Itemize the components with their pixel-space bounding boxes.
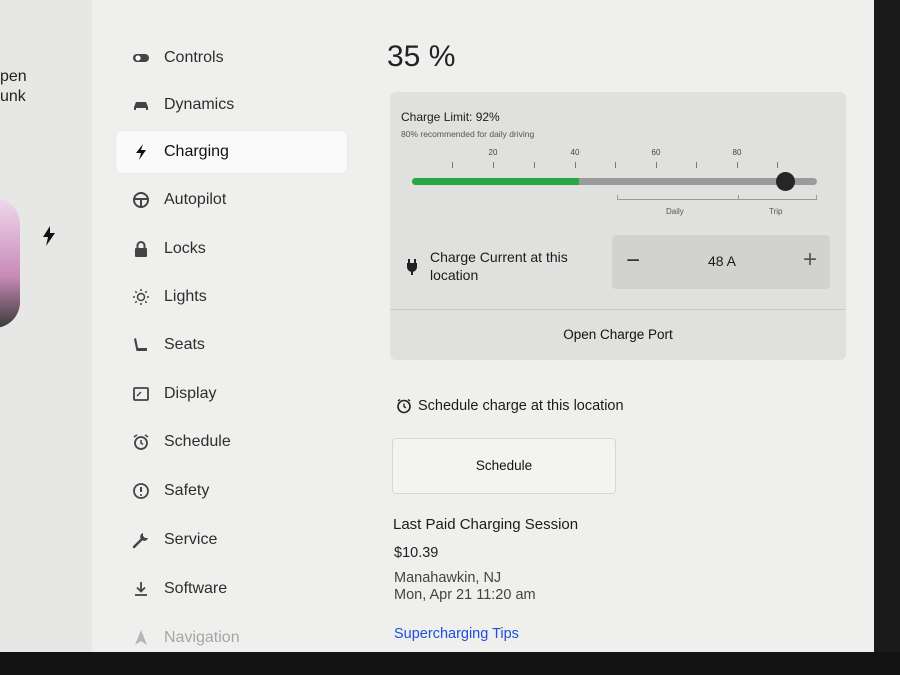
decrease-current-button[interactable]: −: [622, 249, 644, 275]
slider-tick: [615, 162, 616, 168]
slider-tick: [534, 162, 535, 168]
tick-label: 40: [570, 148, 580, 157]
sidebar-item-label: Lights: [164, 288, 207, 305]
current-charge-fill: [412, 178, 579, 185]
slider-tick: [575, 162, 576, 168]
range-bracket: [617, 199, 817, 200]
schedule-charge-row: Schedule charge at this location: [396, 398, 624, 414]
charge-limit-slider-handle[interactable]: [776, 172, 795, 191]
sidebar-item-software[interactable]: Software: [116, 568, 347, 610]
trip-range-label: Trip: [769, 207, 783, 216]
open-charge-port-button[interactable]: Open Charge Port: [390, 310, 846, 360]
sidebar-item-label: Safety: [164, 482, 210, 499]
charge-limit-title: Charge Limit: 92%: [401, 110, 500, 124]
sidebar-item-label: Software: [164, 580, 228, 597]
sidebar-item-label: Controls: [164, 49, 224, 66]
sidebar-item-service[interactable]: Service: [116, 519, 347, 561]
last-session-amount: $10.39: [394, 545, 439, 561]
sidebar-item-label: Dynamics: [164, 96, 235, 113]
seat-icon: [130, 334, 152, 356]
tick-label: 20: [488, 148, 498, 157]
slider-tick: [493, 162, 494, 168]
sidebar-item-label: Seats: [164, 336, 205, 353]
schedule-charge-label: Schedule charge at this location: [418, 398, 624, 414]
alarm-clock-icon: [130, 431, 152, 453]
plug-icon: [407, 259, 417, 275]
tick-label: 60: [651, 148, 661, 157]
slider-tick: [777, 162, 778, 168]
supercharging-tips-link[interactable]: Supercharging Tips: [394, 626, 519, 642]
sidebar-item-locks[interactable]: Locks: [116, 228, 347, 270]
car-icon: [130, 94, 152, 116]
schedule-button[interactable]: Schedule: [392, 438, 616, 494]
lock-icon: [130, 238, 152, 260]
display-icon: [130, 383, 152, 405]
sidebar-item-seats[interactable]: Seats: [116, 324, 347, 366]
charging-bolt-icon: [43, 226, 55, 246]
sidebar-item-charging[interactable]: Charging: [116, 131, 347, 173]
sidebar-item-display[interactable]: Display: [116, 373, 347, 415]
daily-range-label: Daily: [666, 207, 684, 216]
range-bracket-tick: [617, 195, 618, 200]
toggle-icon: [130, 47, 152, 69]
tick-label: 80: [732, 148, 742, 157]
slider-tick: [696, 162, 697, 168]
slider-tick: [656, 162, 657, 168]
sidebar-item-label: Schedule: [164, 433, 231, 450]
last-session-location: Manahawkin, NJ: [394, 570, 502, 586]
car-view: pen unk: [0, 0, 92, 652]
sidebar-item-lights[interactable]: Lights: [116, 276, 347, 318]
battery-percent: 35 %: [387, 40, 456, 73]
wrench-icon: [130, 529, 152, 551]
increase-current-button[interactable]: +: [798, 247, 822, 275]
sidebar-item-dynamics[interactable]: Dynamics: [116, 84, 347, 126]
last-session-datetime: Mon, Apr 21 11:20 am: [394, 587, 536, 603]
sidebar-item-label: Navigation: [164, 629, 240, 646]
alert-circle-icon: [130, 480, 152, 502]
bolt-icon: [130, 141, 152, 163]
sidebar-item-safety[interactable]: Safety: [116, 470, 347, 512]
sidebar-item-label: Autopilot: [164, 191, 227, 208]
sidebar-item-label: Charging: [164, 143, 229, 160]
slider-tick: [737, 162, 738, 168]
screen-edge: [874, 0, 900, 652]
car-image: [0, 198, 20, 328]
sidebar-item-label: Service: [164, 531, 218, 548]
range-bracket-tick: [816, 195, 817, 200]
car-view-label-trunk[interactable]: unk: [0, 88, 26, 106]
charge-current-stepper: − 48 A +: [612, 235, 830, 289]
steering-wheel-icon: [130, 189, 152, 211]
charge-current-value: 48 A: [707, 253, 737, 269]
last-session-title: Last Paid Charging Session: [393, 516, 579, 533]
charge-current-label: Charge Current at this location: [430, 249, 568, 283]
sidebar-item-navigation[interactable]: Navigation: [116, 617, 347, 659]
sidebar-item-autopilot[interactable]: Autopilot: [116, 179, 347, 221]
charge-limit-subtitle: 80% recommended for daily driving: [401, 129, 535, 139]
sidebar-item-schedule[interactable]: Schedule: [116, 421, 347, 463]
car-view-label-open[interactable]: pen: [0, 68, 27, 86]
clock-icon: [397, 398, 411, 414]
sidebar-item-label: Display: [164, 385, 217, 402]
range-bracket-tick: [738, 195, 739, 200]
download-icon: [130, 578, 152, 600]
sidebar-item-label: Locks: [164, 240, 206, 257]
slider-tick: [452, 162, 453, 168]
navigation-icon: [130, 627, 152, 649]
sun-icon: [130, 286, 152, 308]
sidebar-item-controls[interactable]: Controls: [116, 37, 347, 79]
